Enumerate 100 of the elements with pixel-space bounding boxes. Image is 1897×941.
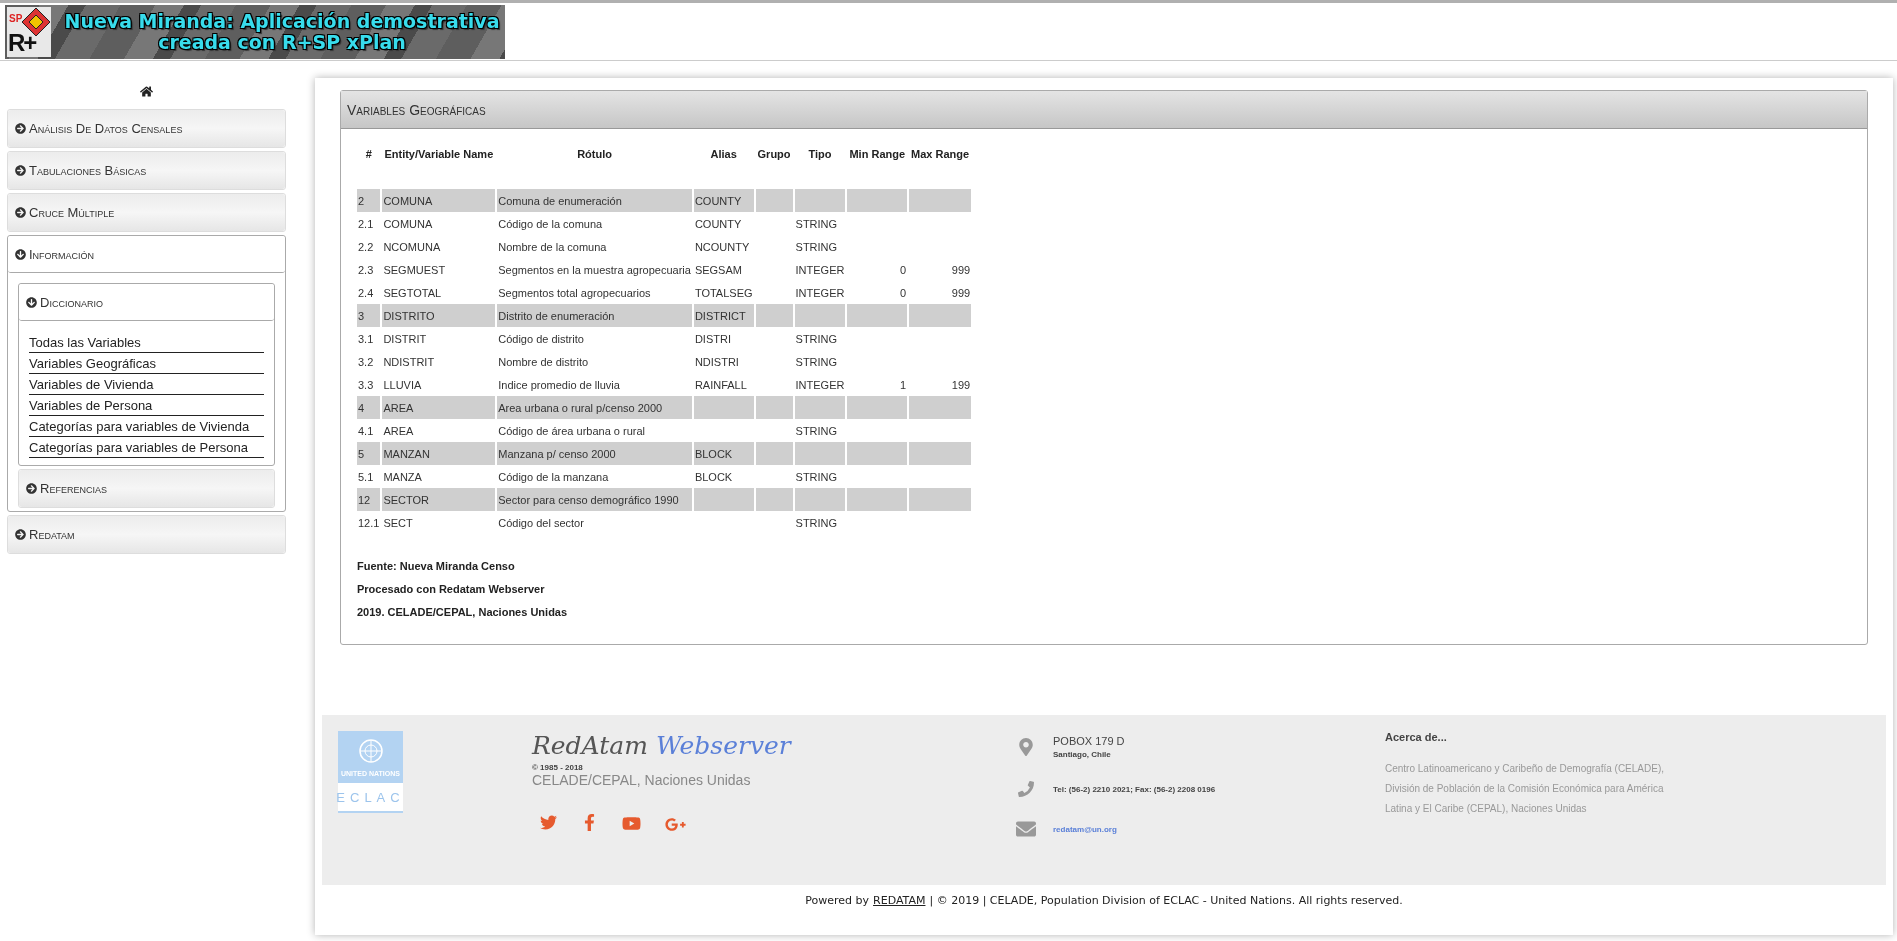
table-cell-text: 2.4 [357, 285, 375, 301]
table-cell-text: Código de distrito [497, 331, 585, 347]
twitter-icon[interactable] [540, 814, 557, 831]
arrow-circle-right-icon [15, 165, 26, 176]
about-text: Centro Latinoamericano y Caribeño de Demografía (CELADE), [1385, 762, 1666, 776]
column-header: Rótulo [576, 147, 613, 162]
arrow-circle-down-icon [15, 248, 26, 260]
table-cell-text: Nombre de distrito [497, 354, 590, 370]
menu-header[interactable]: Referencias [19, 470, 274, 507]
column-header: Tipo [807, 147, 833, 162]
table-cell: COUNTY [693, 189, 754, 212]
table-cell-text: STRING [794, 354, 839, 370]
table-cell-text: Segmentos total agropecuarios [497, 285, 652, 301]
youtube-icon[interactable] [622, 814, 641, 833]
table-cell: DISTRITO [382, 304, 496, 327]
column-header: # [364, 147, 373, 162]
logo-text: SP [9, 13, 23, 24]
source-note: 2019. CELADE/CEPAL, Naciones Unidas [357, 606, 569, 618]
table-cell-text: INTEGER [794, 285, 846, 301]
logo-text: R+ [8, 29, 36, 57]
organization-name: CELADE/CEPAL, Naciones Unidas [532, 772, 752, 788]
table-cell-text: STRING [794, 515, 839, 531]
column-header: Grupo [756, 147, 792, 162]
table-cell-text: Indice promedio de lluvia [497, 377, 621, 393]
arrow-circle-down-icon [26, 296, 37, 308]
source-note: Procesado con Redatam Webserver [357, 583, 546, 595]
table-cell: DISTRICT [693, 304, 754, 327]
menu-header[interactable]: Redatam [8, 516, 285, 553]
table-cell-text: 1 [898, 377, 908, 393]
menu-link[interactable]: Variables de Persona [29, 395, 264, 416]
table-cell-text: Segmentos en la muestra agropecuaria [497, 262, 692, 278]
table-cell-text: 3.1 [357, 331, 375, 347]
table-cell-text: SECT [382, 515, 414, 531]
table-cell-text: AREA [382, 423, 415, 439]
table-cell-text: Nombre de la comuna [497, 239, 608, 255]
table-cell-text: NCOMUNA [382, 239, 442, 255]
table-cell-text: DISTRI [693, 331, 732, 347]
copyright-years: © 1985 - 2018 [532, 763, 584, 772]
arrow-circle-right-icon [15, 207, 26, 218]
table-cell-text: 5.1 [357, 469, 375, 485]
table-cell-text: STRING [794, 423, 839, 439]
brand-name: Webserver [655, 731, 791, 760]
table-cell: 5 [357, 442, 381, 465]
about-title: Acerca de... [1385, 731, 1448, 743]
table-cell: Sector para censo demográfico 1990 [497, 488, 692, 511]
table-cell: SECTOR [382, 488, 496, 511]
about-text: División de Población de la Comisión Económica para América [1385, 782, 1665, 796]
arrow-circle-right-icon [15, 529, 26, 540]
table-cell: COMUNA [382, 189, 496, 212]
menu-header[interactable]: Diccionario [19, 284, 274, 321]
address: POBOX 179 D [1053, 735, 1125, 747]
menu-link[interactable]: Categorías para variables de Vivienda [29, 416, 264, 437]
map-pin-icon [1017, 738, 1035, 756]
phone-number: Tel: (56-2) 2210 2021; Fax: (56-2) 2208 0196 [1053, 784, 1216, 794]
table-cell-text: COUNTY [693, 216, 743, 232]
table-cell-text: Código del sector [497, 515, 585, 531]
menu-header[interactable]: Cruce Múltiple [8, 194, 285, 231]
menu-link[interactable]: Categorías para variables de Persona [29, 437, 264, 458]
table-cell-text: 3.2 [357, 354, 375, 370]
table-cell: Area urbana o rural p/censo 2000 [497, 396, 692, 419]
column-header: Max Range [910, 147, 971, 162]
table-cell-text: Código de área urbana o rural [497, 423, 646, 439]
home-icon[interactable] [140, 85, 153, 98]
table-cell: Manzana p/ censo 2000 [497, 442, 692, 465]
table-cell-text: DISTRIT [382, 331, 428, 347]
table-cell-text: STRING [794, 469, 839, 485]
table-cell: MANZAN [382, 442, 496, 465]
arrow-circle-right-icon [26, 483, 37, 494]
table-cell-text: 3.3 [357, 377, 375, 393]
menu-link[interactable]: Variables Geográficas [29, 353, 264, 374]
table-cell: 12 [357, 488, 381, 511]
table-cell: 3 [357, 304, 381, 327]
source-note: Fuente: Nueva Miranda Censo [357, 560, 516, 572]
brand-name: RedAtam [532, 731, 648, 760]
table-cell-text: RAINFALL [693, 377, 748, 393]
table-cell-text: NDISTRIT [382, 354, 436, 370]
menu-header[interactable]: Información [8, 236, 285, 273]
column-header: Min Range [848, 147, 907, 162]
menu-link[interactable]: Todas las Variables [29, 332, 264, 353]
table-cell-text: NCOUNTY [693, 239, 751, 255]
copyright-text: | © 2019 | CELADE, Population Division of ECLAC - United Nations. All rights reserved. [929, 894, 1403, 907]
menu-header[interactable]: Tabulaciones Básicas [8, 152, 285, 189]
table-cell-text: STRING [794, 216, 839, 232]
menu-link[interactable]: Variables de Vivienda [29, 374, 264, 395]
table-cell-text: 999 [950, 262, 972, 278]
banner-title: creada con R+SP xPlan [158, 32, 406, 53]
about-text: Latina y El Caribe (CEPAL), Naciones Unidas [1385, 802, 1588, 816]
table-cell-text: STRING [794, 331, 839, 347]
table-cell: 2 [357, 189, 381, 212]
table-cell-text: TOTALSEG [693, 285, 754, 301]
table-cell-text: INTEGER [794, 262, 846, 278]
table-cell: 4 [357, 396, 381, 419]
table-cell-text: 0 [898, 262, 908, 278]
menu-header[interactable]: Análisis De Datos Censales [8, 110, 285, 147]
table-cell-text: MANZA [382, 469, 423, 485]
panel-title: Variables Geográficas [341, 91, 1867, 129]
table-cell-text: STRING [794, 239, 839, 255]
table-cell-text: 4.1 [357, 423, 375, 439]
redatam-link[interactable]: REDATAM [873, 894, 926, 907]
table-cell: Distrito de enumeración [497, 304, 692, 327]
